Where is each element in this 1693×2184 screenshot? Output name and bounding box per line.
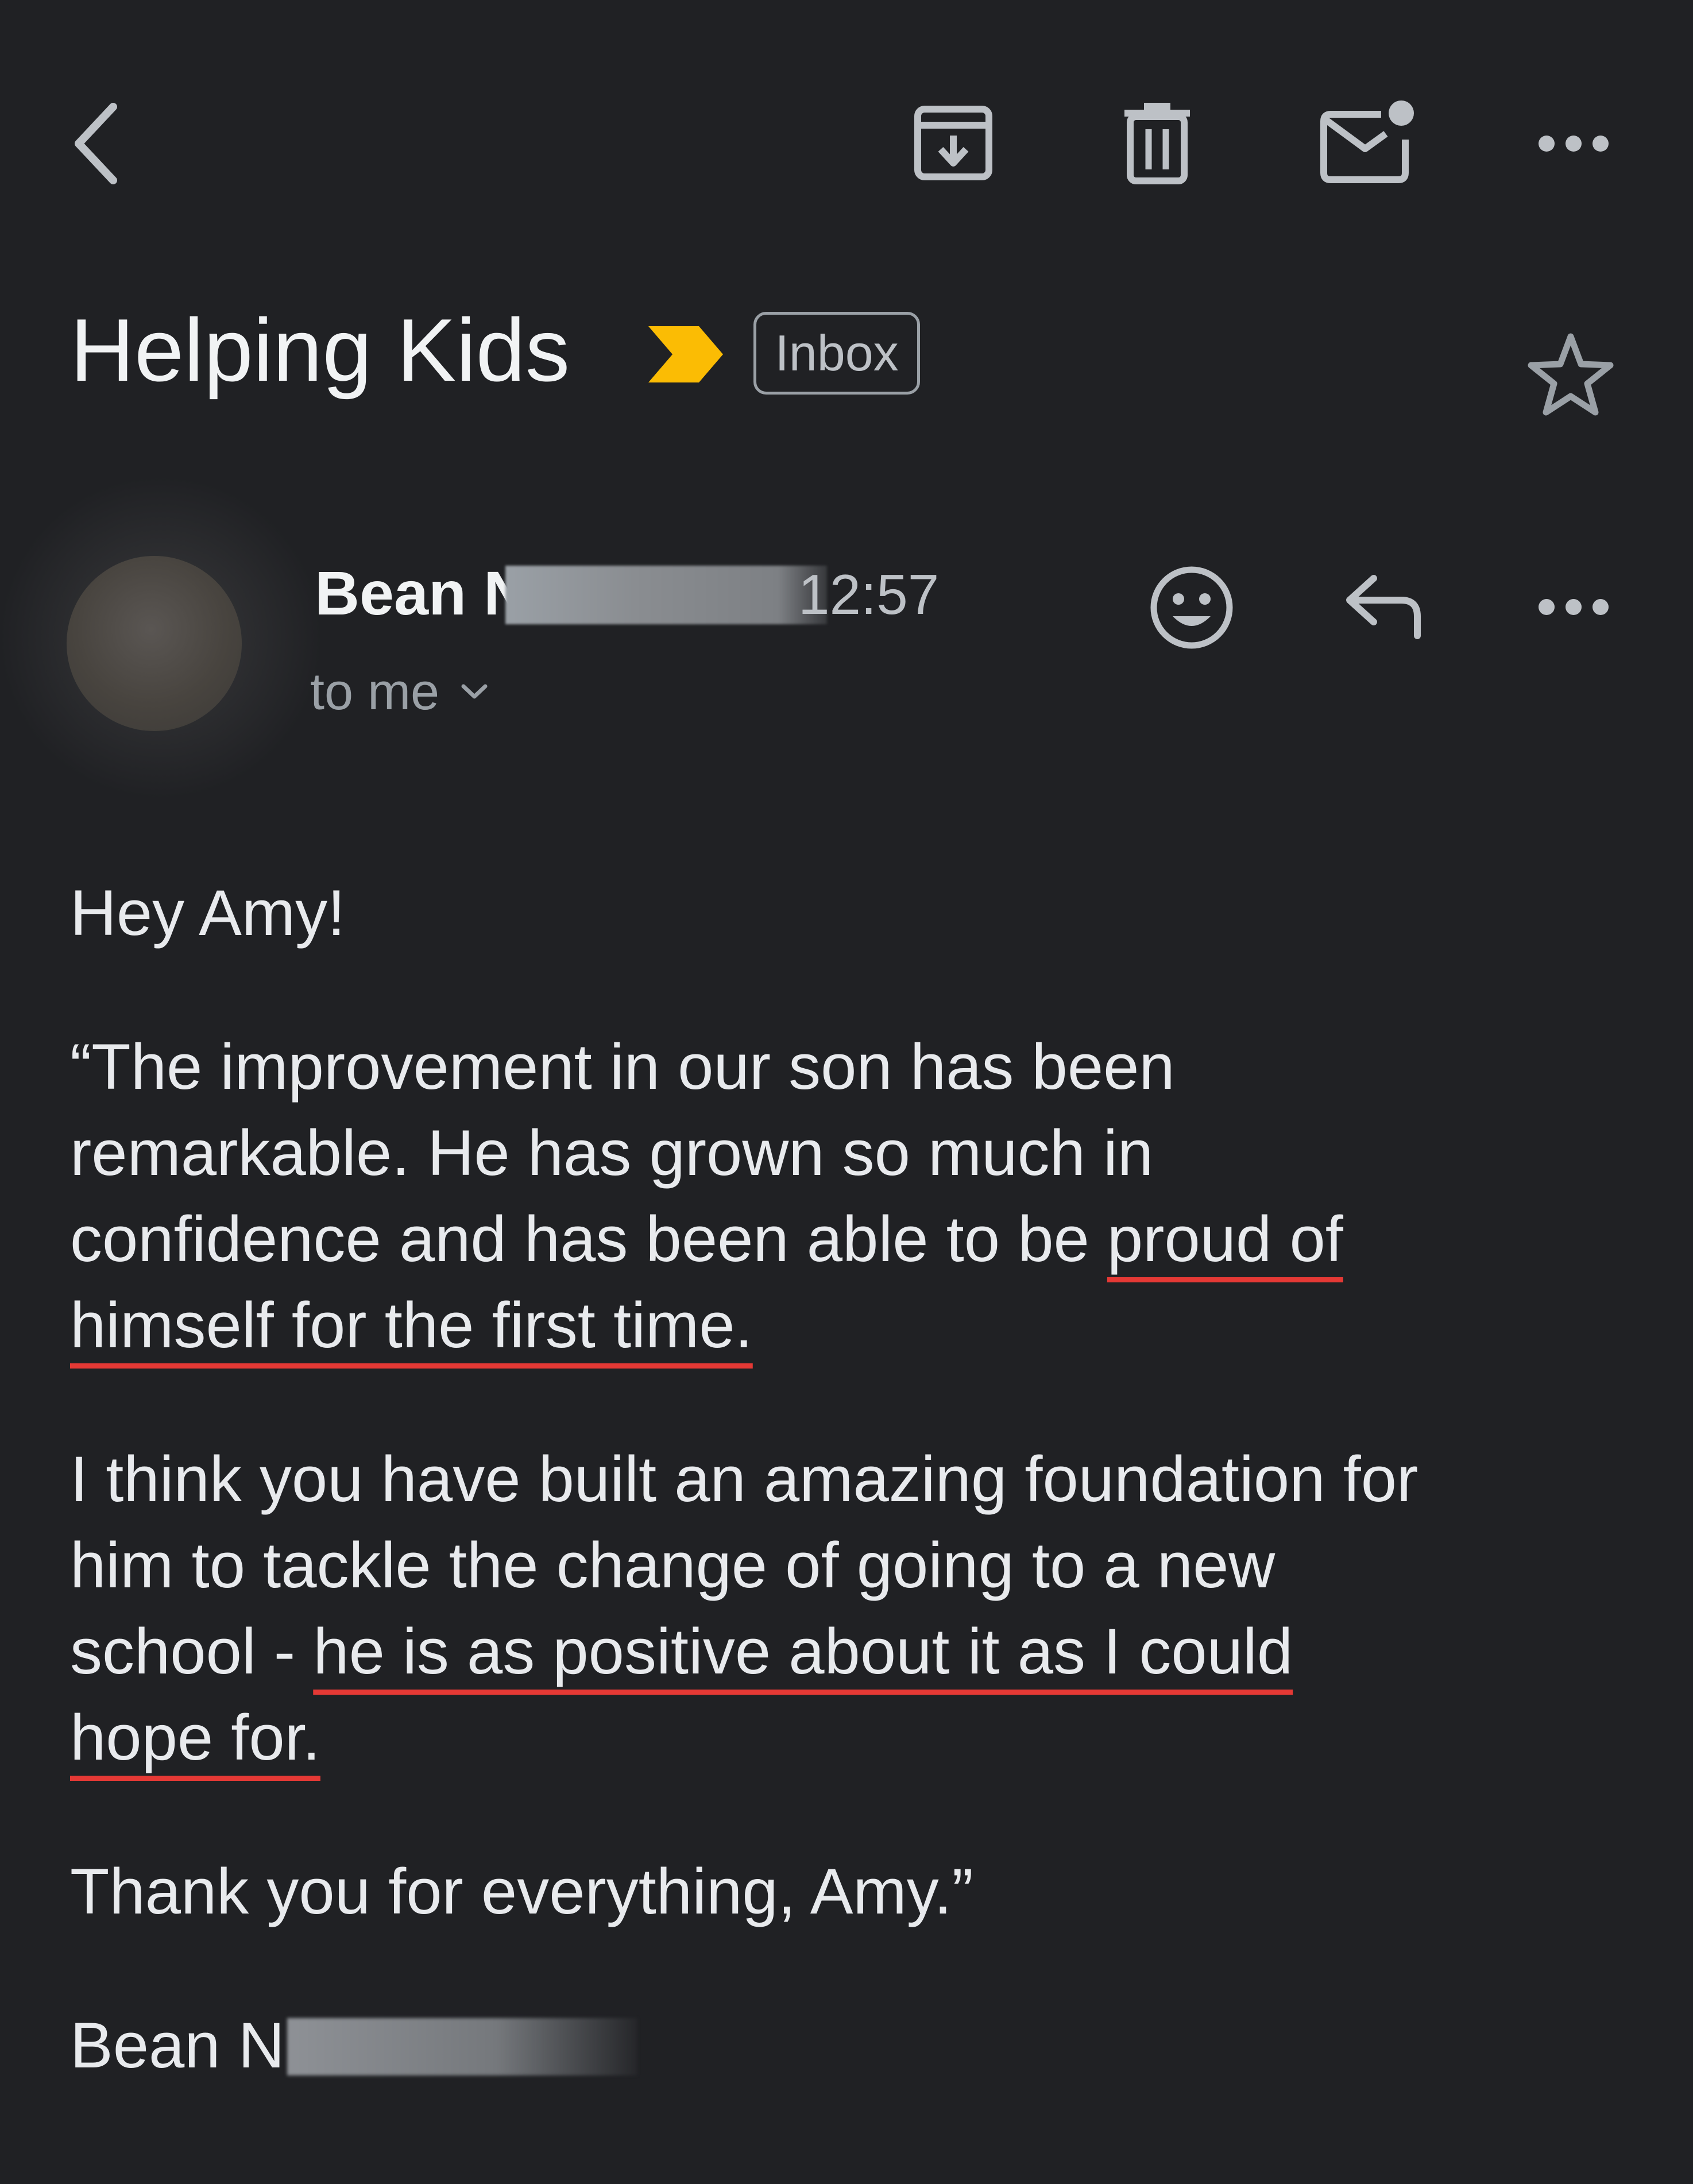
body-line: remarkable. He has grown so much in (70, 1117, 1154, 1189)
body-text: confidence and has been able to be (70, 1203, 1107, 1275)
back-button[interactable] (57, 92, 132, 195)
body-line: confidence and has been able to be proud… (70, 1196, 1655, 1282)
signoff: Bean N (70, 2003, 1655, 2089)
body-text: school - (70, 1615, 314, 1687)
body-line: himself for the first time. (70, 1282, 1655, 1369)
add-reaction-button[interactable] (1146, 562, 1238, 654)
mail-unread-icon (1320, 100, 1414, 183)
email-subject: Helping Kids (70, 300, 570, 400)
delete-button[interactable] (1111, 98, 1203, 190)
sender-avatar[interactable] (67, 556, 242, 731)
emoji-icon (1150, 566, 1233, 649)
reply-icon (1346, 575, 1421, 639)
underlined-text: he is as positive about it as I could (313, 1615, 1293, 1687)
archive-icon (914, 106, 992, 180)
chevron-down-icon (461, 684, 488, 699)
body-line: him to tackle the change of going to a n… (70, 1529, 1275, 1601)
inbox-label-chip[interactable]: Inbox (753, 312, 920, 395)
recipients-label: to me (310, 663, 440, 721)
underlined-text: himself for the first time. (70, 1289, 753, 1361)
signoff-name: Bean N (70, 2009, 285, 2081)
underlined-text: hope for. (70, 1702, 320, 1773)
paragraph-2: I think you have built an amazing founda… (70, 1436, 1655, 1781)
importance-marker-icon[interactable] (646, 323, 725, 389)
underlined-text: proud of (1107, 1203, 1343, 1275)
star-button[interactable] (1528, 332, 1614, 419)
body-line: I think you have built an amazing founda… (70, 1443, 1418, 1515)
reply-button[interactable] (1338, 566, 1430, 646)
paragraph-1: “The improvement in our son has been rem… (70, 1024, 1655, 1369)
email-body: Hey Amy! “The improvement in our son has… (70, 870, 1655, 2156)
recipients-toggle[interactable]: to me (310, 658, 489, 726)
message-time: 12:57 (798, 563, 940, 626)
more-horizontal-icon (1539, 136, 1609, 152)
message-more-button[interactable] (1528, 581, 1619, 633)
body-line: hope for. (70, 1695, 1655, 1781)
greeting: Hey Amy! (70, 877, 346, 949)
mark-unread-button[interactable] (1315, 95, 1418, 190)
archive-button[interactable] (907, 98, 999, 190)
trash-icon (1124, 103, 1190, 184)
more-options-button[interactable] (1528, 118, 1619, 169)
sender-name[interactable]: Bean N (315, 556, 528, 631)
redacted-sender-surname (505, 566, 827, 624)
more-horizontal-icon (1539, 599, 1609, 615)
star-icon (1528, 333, 1614, 416)
body-line: school - he is as positive about it as I… (70, 1609, 1655, 1695)
body-line: “The improvement in our son has been (70, 1031, 1175, 1103)
thanks-line: Thank you for everything, Amy.” (70, 1856, 973, 1927)
redacted-signoff-surname (287, 2018, 637, 2075)
email-view: Helping Kids Inbox Bean N 12:57 to me He… (0, 0, 1693, 2184)
chevron-left-icon (75, 103, 117, 184)
